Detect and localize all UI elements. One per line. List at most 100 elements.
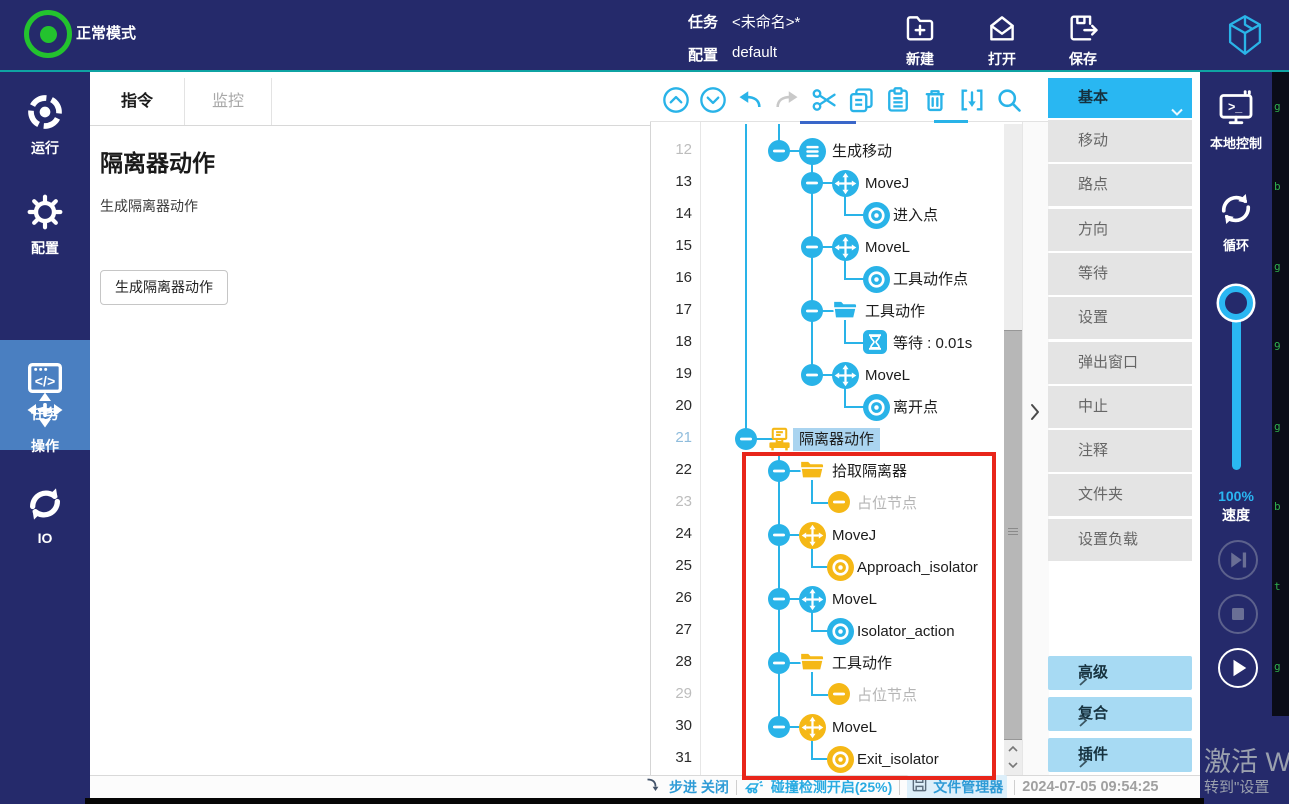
tree-node-label[interactable]: 占位节点 [857,492,917,515]
palette-group-3[interactable]: 插件 [1048,738,1192,772]
palette-item-2[interactable]: 路点 [1048,164,1192,206]
tree-node-label[interactable]: Isolator_action [857,620,955,643]
tree-node-label[interactable]: 工具动作 [865,300,925,323]
step-mode-status[interactable]: 步进 关闭 [669,777,729,797]
generate-isolator-action-button[interactable]: 生成隔离器动作 [100,270,228,305]
tab-instruction[interactable]: 指令 [90,78,185,125]
placeholder-icon[interactable] [827,682,851,711]
folder-icon[interactable] [832,298,858,327]
tree-node-label[interactable]: Approach_isolator [857,556,978,579]
collapse-node-icon[interactable] [767,715,791,744]
placeholder-icon[interactable] [827,490,851,519]
collapse-node-icon[interactable] [767,459,791,488]
tree-node-label[interactable]: 生成移动 [832,140,892,163]
waypoint-icon[interactable] [863,202,890,234]
collapse-node-icon[interactable] [800,299,824,328]
waypoint-icon[interactable] [863,394,890,426]
undo-icon[interactable] [736,86,764,114]
tree-node-label[interactable]: MoveL [832,716,877,739]
move-icon[interactable] [832,170,859,202]
move-icon[interactable] [832,362,859,394]
tree-connector-line [844,406,864,408]
hourglass-icon[interactable] [863,330,887,359]
device-icon[interactable] [766,426,793,458]
collapse-node-icon[interactable] [767,523,791,552]
tree-node-label[interactable]: 工具动作 [832,652,892,675]
sidebar-item-operate[interactable]: 操作 [0,390,90,456]
save-task-button[interactable]: 保存 [1048,11,1118,69]
tree-node-label[interactable]: MoveJ [865,172,909,195]
tree-node-label[interactable]: MoveL [865,236,910,259]
sidebar-item-io[interactable]: IO [0,484,90,546]
expand-all-icon[interactable] [699,86,727,114]
palette-item-1[interactable]: 移动 [1048,120,1192,162]
robot-status-icon[interactable] [24,10,72,58]
play-button[interactable] [1218,648,1258,688]
tree-node-label[interactable]: Exit_isolator [857,748,939,771]
local-control-button[interactable]: >_ 本地控制 [1200,88,1272,152]
palette-group-1[interactable]: 高级 [1048,656,1192,690]
tree-node-label[interactable]: 等待 : 0.01s [893,332,972,355]
waypoint-icon[interactable] [863,266,890,298]
paste-icon[interactable] [884,86,912,114]
palette-item-5[interactable]: 设置 [1048,297,1192,339]
palette-group-basic[interactable]: 基本 [1048,78,1192,118]
collapse-all-icon[interactable] [662,86,690,114]
palette-item-10[interactable]: 设置负载 [1048,519,1192,561]
collision-detect-status[interactable]: 碰撞检测开启(25%) [771,777,892,797]
move-icon[interactable] [799,522,826,554]
collapse-node-icon[interactable] [734,427,758,456]
tree-node-label[interactable]: MoveL [832,588,877,611]
collapse-node-icon[interactable] [767,587,791,616]
palette-item-8[interactable]: 注释 [1048,430,1192,472]
tree-node-label[interactable]: 隔离器动作 [793,428,880,451]
move-icon[interactable] [799,586,826,618]
insert-icon[interactable] [958,86,986,114]
file-manager-button[interactable]: 文件管理器 [907,775,1007,799]
scroll-up-icon[interactable] [1006,742,1020,754]
palette-item-6[interactable]: 弹出窗口 [1048,342,1192,384]
collapse-node-icon[interactable] [800,235,824,264]
sidebar-item-run[interactable]: 运行 [0,92,90,158]
collapse-node-icon[interactable] [800,363,824,392]
delete-icon[interactable] [921,86,949,114]
tree-node-label[interactable]: 占位节点 [857,684,917,707]
cut-icon[interactable] [810,86,838,114]
new-task-button[interactable]: 新建 [885,11,955,69]
search-icon[interactable] [995,86,1023,114]
palette-item-4[interactable]: 等待 [1048,253,1192,295]
tree-node-label[interactable]: 进入点 [893,204,938,227]
step-forward-button[interactable] [1218,540,1258,580]
palette-item-3[interactable]: 方向 [1048,209,1192,251]
menu-icon[interactable] [799,138,826,170]
collapse-node-icon[interactable] [800,171,824,200]
folder-icon[interactable] [799,650,825,679]
scroll-down-icon[interactable] [1006,758,1020,770]
collapse-node-icon[interactable] [767,139,791,168]
move-icon[interactable] [832,234,859,266]
folder-icon[interactable] [799,458,825,487]
palette-item-7[interactable]: 中止 [1048,386,1192,428]
tree-node-label[interactable]: 拾取隔离器 [832,460,907,483]
stop-button[interactable] [1218,594,1258,634]
waypoint-icon[interactable] [827,554,854,586]
expand-panel-chevron-icon[interactable] [1028,400,1042,424]
tree-node-label[interactable]: 工具动作点 [893,268,968,291]
tree-connector-line [745,124,747,440]
waypoint-icon[interactable] [827,746,854,778]
tree-node-label[interactable]: MoveL [865,364,910,387]
speed-slider-track[interactable] [1232,300,1241,470]
copy-icon[interactable] [847,86,875,114]
palette-group-2[interactable]: 复合 [1048,697,1192,731]
collapse-node-icon[interactable] [767,651,791,680]
palette-item-9[interactable]: 文件夹 [1048,474,1192,516]
move-icon[interactable] [799,714,826,746]
speed-slider-knob[interactable] [1219,286,1253,320]
loop-button[interactable]: 循环 [1200,188,1272,254]
waypoint-icon[interactable] [827,618,854,650]
tree-node-label[interactable]: 离开点 [893,396,938,419]
open-task-button[interactable]: 打开 [967,11,1037,69]
sidebar-item-config[interactable]: 配置 [0,192,90,258]
tree-node-label[interactable]: MoveJ [832,524,876,547]
tab-monitor[interactable]: 监控 [185,78,272,125]
